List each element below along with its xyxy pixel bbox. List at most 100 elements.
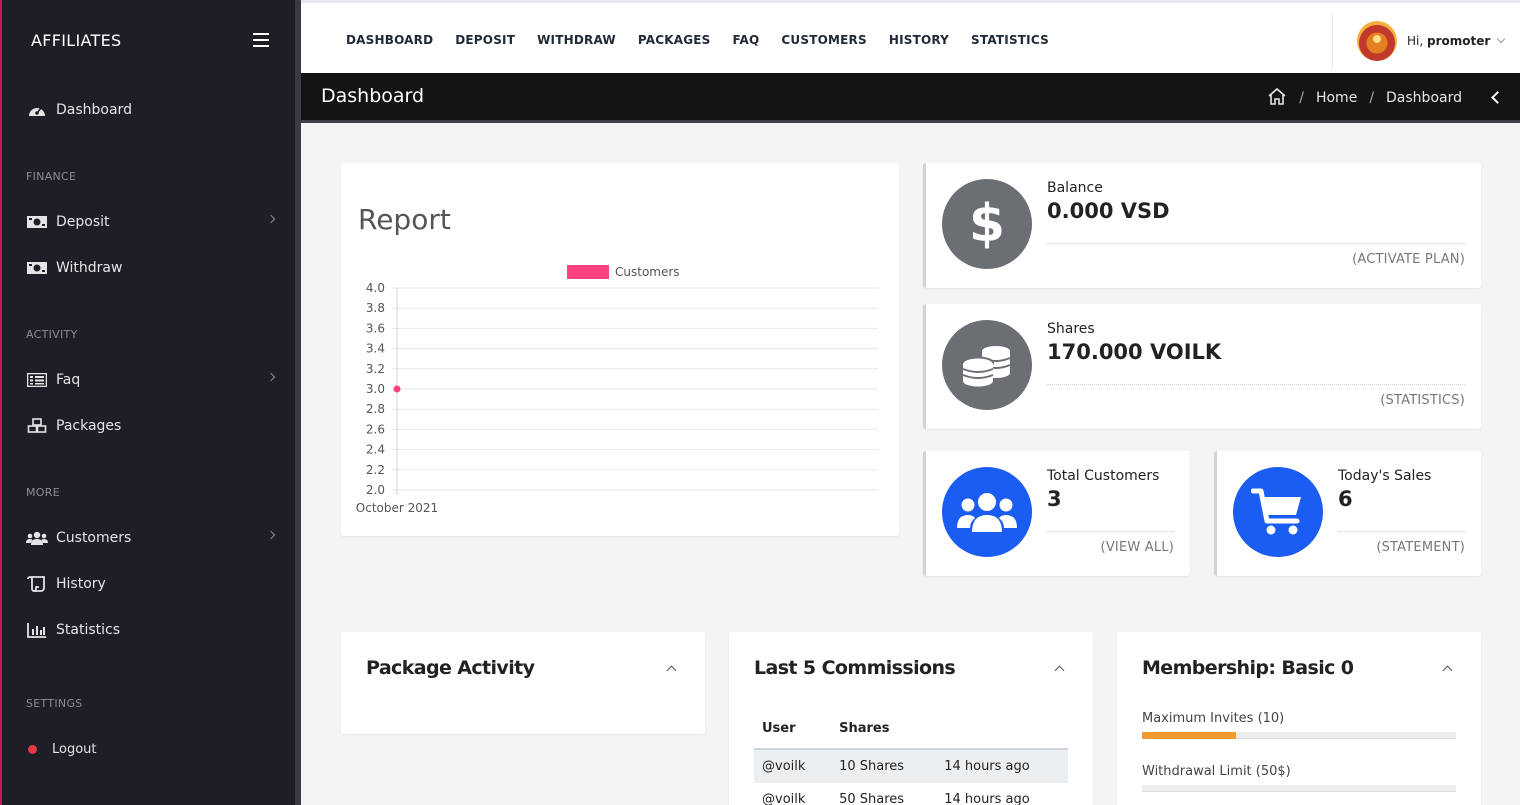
view-all-link[interactable]: (VIEW ALL): [1101, 540, 1174, 555]
greeting-text: Hi,: [1407, 34, 1424, 48]
max-invites-meter: Maximum Invites (10): [1142, 711, 1456, 739]
table-cell-shares: 10 Shares: [831, 749, 937, 783]
panel-title: Last 5 Commissions: [754, 657, 956, 679]
progress-track: [1142, 785, 1456, 792]
nav-link-deposit[interactable]: DEPOSIT: [455, 33, 515, 47]
sidebar: AFFILIATES Dashboard FINANCE Deposit Wit…: [0, 0, 301, 805]
list-icon: [26, 372, 48, 388]
sidebar-item-label: History: [56, 576, 106, 592]
breadcrumb-current: Dashboard: [1386, 90, 1462, 106]
table-cell-time: 14 hours ago: [936, 749, 1068, 783]
breadcrumb-separator: /: [1299, 90, 1304, 106]
statistics-link[interactable]: (STATISTICS): [1380, 393, 1465, 408]
shares-value: 170.000 VOILK: [1047, 340, 1222, 364]
activate-plan-link[interactable]: (ACTIVATE PLAN): [1352, 252, 1465, 267]
y-tick-label: 3.4: [366, 342, 385, 356]
sidebar-item-customers[interactable]: Customers: [26, 525, 276, 551]
dot-icon: [28, 744, 37, 754]
divider: [1338, 531, 1465, 532]
nav-link-customers[interactable]: CUSTOMERS: [781, 33, 866, 47]
home-icon[interactable]: [1267, 87, 1287, 109]
bar-chart-icon: [26, 622, 48, 638]
table-row: @voilk 50 Shares 14 hours ago: [754, 783, 1068, 805]
legend-label: Customers: [615, 265, 680, 279]
nav-link-withdraw[interactable]: WITHDRAW: [537, 33, 616, 47]
sidebar-item-label: Customers: [56, 530, 132, 546]
sidebar-item-label: Statistics: [56, 622, 120, 638]
y-tick-label: 2.6: [366, 422, 385, 436]
customers-line-chart: 4.0 3.8 3.6 3.4 3.2 3.0 2.8 2.6 2.4 2.2 2.0 October…: [356, 265, 878, 515]
scroll-icon: [26, 576, 48, 592]
hamburger-menu-icon[interactable]: [253, 33, 269, 47]
sidebar-item-statistics[interactable]: Statistics: [26, 617, 276, 643]
nav-link-dashboard[interactable]: DASHBOARD: [346, 33, 433, 47]
column-header-shares: Shares: [831, 717, 937, 750]
sidebar-section-finance: FINANCE: [26, 170, 77, 183]
gauge-icon: [26, 102, 48, 118]
coins-icon: [942, 320, 1032, 410]
table-cell-shares: 50 Shares: [839, 792, 905, 805]
table-header-row: User Shares: [754, 717, 1068, 750]
balance-value: 0.000 VSD: [1047, 199, 1170, 223]
y-tick-label: 3.0: [366, 382, 385, 396]
sidebar-item-faq[interactable]: Faq: [26, 367, 276, 393]
money-icon: [26, 214, 48, 230]
total-customers-card: Total Customers 3 (VIEW ALL): [923, 451, 1190, 576]
chevron-right-icon: [266, 214, 276, 224]
sidebar-section-activity: ACTIVITY: [26, 328, 78, 341]
money-icon: [26, 260, 48, 276]
sidebar-section-more: MORE: [26, 486, 60, 499]
table-row: @voilk 10 Shares 14 hours ago: [754, 749, 1068, 783]
sidebar-item-logout[interactable]: Logout: [26, 736, 276, 762]
legend-swatch: [567, 265, 609, 279]
chevron-right-icon: [266, 530, 276, 540]
user-menu[interactable]: Hi, promoter: [1332, 13, 1520, 69]
y-tick-label: 3.6: [366, 321, 385, 335]
divider: [1047, 384, 1465, 385]
statement-link[interactable]: (STATEMENT): [1376, 540, 1465, 555]
avatar[interactable]: [1357, 21, 1397, 61]
panel-title: Membership: Basic 0: [1142, 657, 1354, 679]
sidebar-item-history[interactable]: History: [26, 571, 276, 597]
sidebar-item-label: Dashboard: [56, 102, 132, 118]
chevron-left-icon[interactable]: [1491, 91, 1504, 104]
y-tick-label: 2.2: [366, 463, 385, 477]
user-name: promoter: [1427, 34, 1491, 48]
chevron-up-icon[interactable]: [1442, 665, 1453, 676]
table-cell-user: @voilk: [762, 792, 806, 805]
chevron-up-icon[interactable]: [666, 665, 677, 676]
y-tick-label: 4.0: [366, 281, 385, 295]
withdrawal-limit-meter: Withdrawal Limit (50$): [1142, 764, 1456, 792]
nav-link-statistics[interactable]: STATISTICS: [971, 33, 1049, 47]
sidebar-item-withdraw[interactable]: Withdraw: [26, 255, 276, 281]
panel-title: Package Activity: [366, 657, 535, 679]
breadcrumb: / Home / Dashboard: [1267, 87, 1462, 109]
boxes-icon: [26, 418, 48, 434]
membership-panel: Membership: Basic 0 Maximum Invites (10)…: [1117, 632, 1481, 805]
commissions-table: User Shares @voilk 10 Shares 14 hours ag…: [754, 717, 1068, 805]
nav-link-history[interactable]: HISTORY: [889, 33, 949, 47]
y-tick-label: 2.4: [366, 443, 385, 457]
sidebar-item-packages[interactable]: Packages: [26, 413, 276, 439]
chevron-up-icon[interactable]: [1054, 665, 1065, 676]
y-tick-label: 3.8: [366, 301, 385, 315]
table-cell-time: 14 hours ago: [944, 792, 1030, 805]
breadcrumb-separator: /: [1369, 90, 1375, 106]
nav-link-packages[interactable]: PACKAGES: [638, 33, 711, 47]
chevron-down-icon[interactable]: [1497, 34, 1506, 44]
sidebar-item-label: Deposit: [56, 214, 110, 230]
sidebar-item-label: Logout: [52, 741, 97, 757]
top-navbar: DASHBOARD DEPOSIT WITHDRAW PACKAGES FAQ …: [301, 0, 1520, 73]
package-activity-panel: Package Activity: [341, 632, 705, 734]
meter-label: Withdrawal Limit (50$): [1142, 764, 1291, 779]
breadcrumb-home[interactable]: Home: [1316, 90, 1357, 106]
progress-track: [1142, 732, 1456, 739]
sidebar-item-dashboard[interactable]: Dashboard: [26, 97, 276, 123]
total-customers-value: 3: [1047, 487, 1062, 511]
column-header-user: User: [754, 717, 832, 750]
sidebar-item-deposit[interactable]: Deposit: [26, 209, 276, 235]
nav-link-faq[interactable]: FAQ: [733, 33, 760, 47]
sidebar-section-settings: SETTINGS: [26, 697, 83, 710]
total-customers-label: Total Customers: [1047, 468, 1160, 484]
sidebar-header: AFFILIATES: [2, 0, 295, 80]
